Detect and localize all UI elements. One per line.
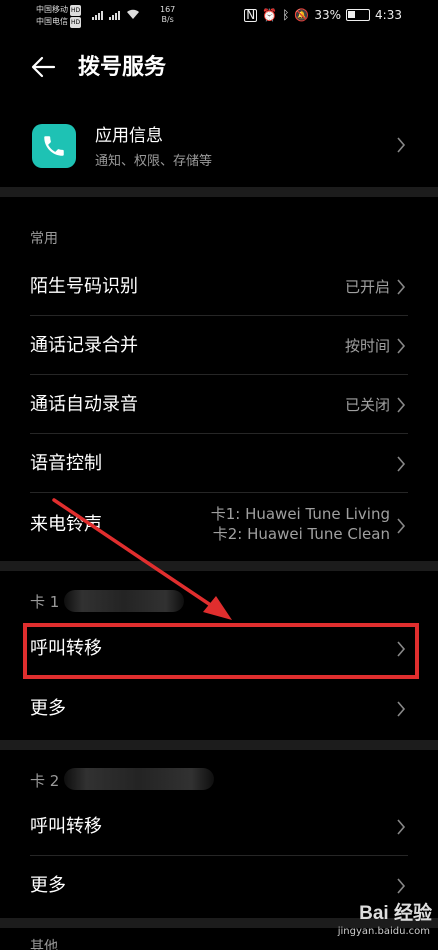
mute-icon: 🔕	[294, 8, 310, 22]
section-gap	[0, 187, 438, 197]
row-value: 卡1: Huawei Tune Living 卡2: Huawei Tune C…	[211, 504, 390, 544]
row-ringtone[interactable]: 来电铃声 卡1: Huawei Tune Living 卡2: Huawei T…	[0, 494, 438, 556]
chevron-right-icon	[397, 518, 406, 534]
phone-app-icon	[32, 124, 76, 168]
chevron-right-icon	[397, 279, 406, 295]
arrow-head	[203, 596, 232, 620]
chevron-right-icon	[397, 456, 406, 472]
ringtone-card2: 卡2: Huawei Tune Clean	[212, 525, 390, 543]
status-bar: 中国移动 HD 中国电信 HD 167 B/s N ⏰ ᛒ 🔕 33% 4:33	[0, 0, 438, 32]
divider	[30, 315, 408, 316]
row-label: 来电铃声	[30, 514, 102, 535]
row-label: 陌生号码识别	[30, 276, 138, 297]
row-label: 通话自动录音	[30, 394, 138, 415]
carrier-2: 中国电信	[36, 17, 68, 26]
app-info-title: 应用信息	[95, 126, 163, 146]
chevron-right-icon	[397, 701, 406, 717]
divider	[30, 433, 408, 434]
row-label: 通话记录合并	[30, 335, 138, 356]
watermark-url: jingyan.baidu.com	[337, 926, 430, 937]
row-voice-control[interactable]: 语音控制	[0, 435, 438, 493]
battery-percent: 33%	[314, 8, 342, 22]
chevron-right-icon	[397, 397, 406, 413]
status-right: N ⏰ ᛒ 🔕 33% 4:33	[244, 8, 402, 22]
signal-icons	[92, 9, 140, 20]
divider	[30, 374, 408, 375]
network-speed: 167 B/s	[160, 5, 176, 24]
app-info-subtitle: 通知、权限、存储等	[95, 154, 213, 169]
bluetooth-icon: ᛒ	[282, 8, 290, 22]
hd-badge: HD	[70, 5, 82, 16]
clock: 4:33	[375, 8, 402, 22]
page-title: 拨号服务	[78, 55, 167, 80]
hd-badge: HD	[70, 17, 82, 28]
section-gap	[0, 740, 438, 750]
baidu-watermark: Bai 经验	[359, 903, 432, 924]
section-header-other: 其他	[30, 939, 58, 950]
blurred-number	[64, 590, 184, 612]
wifi-icon	[127, 9, 139, 19]
blurred-number	[64, 768, 214, 790]
back-arrow-icon[interactable]	[30, 54, 56, 80]
row-label: 语音控制	[30, 453, 102, 474]
section-gap	[0, 561, 438, 571]
section-header-common: 常用	[30, 231, 58, 247]
header: 拨号服务	[0, 40, 438, 96]
row-card1-more[interactable]: 更多	[0, 680, 438, 738]
app-info-row[interactable]: 应用信息 通知、权限、存储等	[0, 112, 438, 182]
section-header-card1: 卡 1	[30, 593, 60, 611]
row-label: 更多	[30, 698, 66, 719]
battery-icon	[346, 9, 371, 21]
row-merge-call-log[interactable]: 通话记录合并 按时间	[0, 317, 438, 375]
signal-icon	[92, 11, 103, 20]
nfc-icon: N	[244, 7, 258, 22]
chevron-right-icon	[397, 878, 406, 894]
row-value: 已关闭	[344, 396, 390, 414]
signal-icon	[109, 11, 120, 20]
ringtone-card1: 卡1: Huawei Tune Living	[210, 505, 390, 523]
carrier-info: 中国移动 HD 中国电信 HD	[36, 4, 82, 28]
row-card2-call-forwarding[interactable]: 呼叫转移	[0, 798, 438, 856]
divider	[30, 492, 408, 493]
chevron-right-icon	[397, 137, 406, 153]
section-header-card2: 卡 2	[30, 772, 60, 790]
chevron-right-icon	[397, 819, 406, 835]
row-unknown-number[interactable]: 陌生号码识别 已开启	[0, 258, 438, 316]
row-value: 已开启	[344, 278, 390, 296]
phone-icon	[44, 136, 64, 156]
row-label: 呼叫转移	[30, 816, 102, 837]
row-label: 更多	[30, 875, 66, 896]
chevron-right-icon	[397, 338, 406, 354]
row-value: 按时间	[344, 337, 390, 355]
carrier-1: 中国移动	[36, 5, 68, 14]
row-auto-record[interactable]: 通话自动录音 已关闭	[0, 376, 438, 434]
alarm-icon: ⏰	[262, 8, 278, 22]
highlight-box	[23, 623, 419, 679]
divider	[30, 855, 408, 856]
